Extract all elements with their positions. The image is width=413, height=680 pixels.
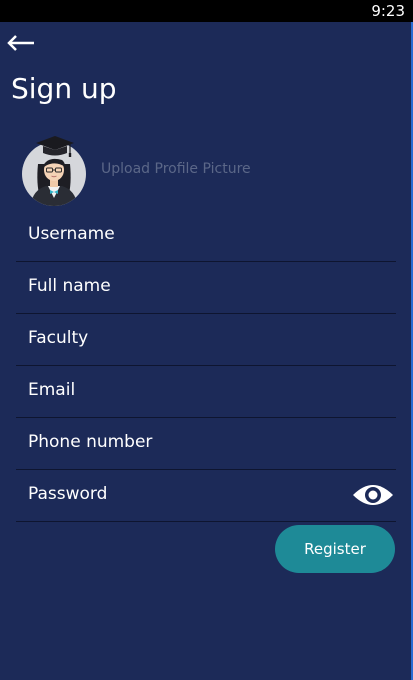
status-time: 9:23 [371, 2, 405, 20]
username-field[interactable]: Username [16, 210, 396, 262]
phone-number-field[interactable]: Phone number [16, 418, 396, 470]
page-title: Sign up [11, 72, 117, 105]
avatar[interactable] [22, 134, 88, 206]
graduate-avatar-icon [22, 136, 86, 206]
faculty-label: Faculty [28, 328, 89, 348]
signup-form: Username Full name Faculty Email Phone n… [16, 210, 396, 522]
eye-icon [353, 485, 393, 505]
upload-profile-picture-link[interactable]: Upload Profile Picture [101, 161, 251, 177]
register-button[interactable]: Register [275, 525, 395, 573]
arrow-left-icon [7, 35, 34, 51]
toggle-password-visibility-button[interactable] [352, 480, 394, 510]
password-field[interactable]: Password [16, 470, 396, 522]
full-name-label: Full name [28, 276, 111, 296]
full-name-field[interactable]: Full name [16, 262, 396, 314]
email-label: Email [28, 380, 76, 400]
phone-number-label: Phone number [28, 432, 153, 452]
email-field[interactable]: Email [16, 366, 396, 418]
back-button[interactable] [4, 30, 38, 56]
username-label: Username [28, 224, 115, 244]
faculty-field[interactable]: Faculty [16, 314, 396, 366]
status-bar: 9:23 [0, 0, 413, 22]
password-label: Password [28, 484, 108, 504]
